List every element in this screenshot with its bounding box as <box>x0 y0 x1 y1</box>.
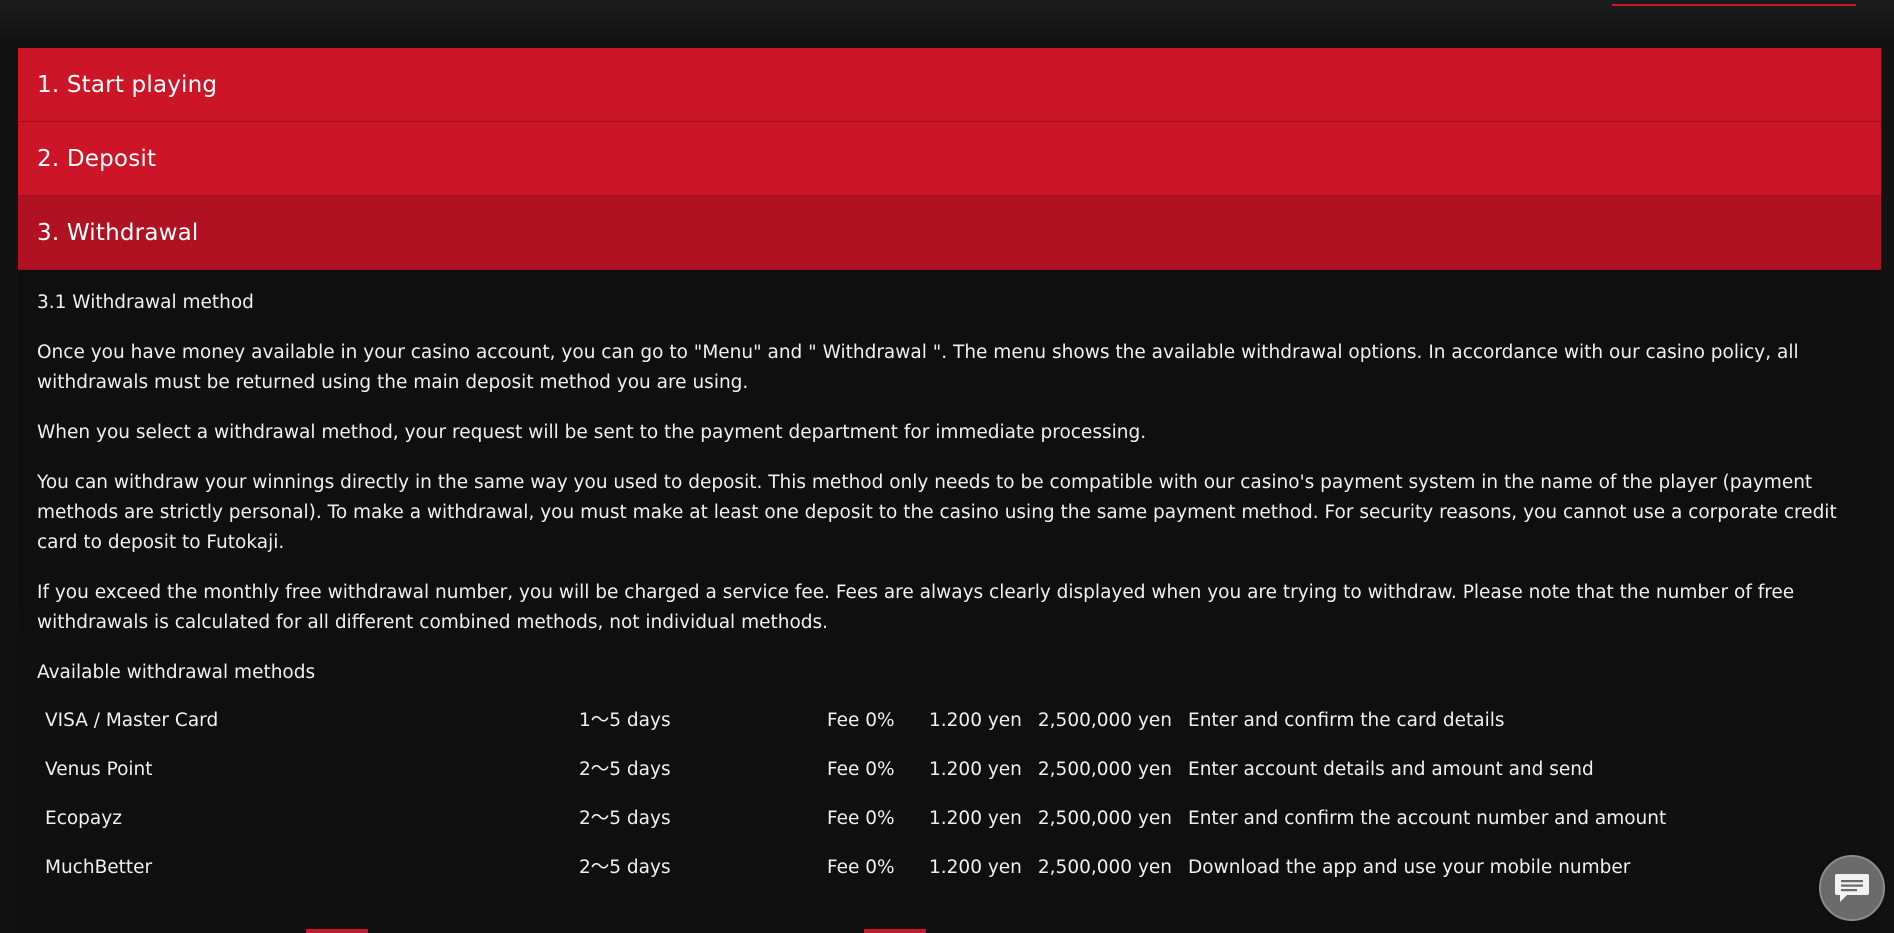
paragraph: When you select a withdrawal method, you… <box>37 422 1147 443</box>
table-row: VISA / Master Card 1〜5 days Fee 0% 1.200… <box>37 696 1674 745</box>
method-name: Ecopayz <box>45 807 122 829</box>
method-fee: Fee 0% <box>827 856 895 878</box>
accordion-label: 2. Deposit <box>37 145 157 172</box>
table-row: Venus Point 2〜5 days Fee 0% 1.200 yen 2,… <box>37 745 1674 794</box>
method-max: 2,500,000 yen <box>1037 709 1172 731</box>
method-note: Enter account details and amount and sen… <box>1188 758 1594 780</box>
section-subheading: 3.1 Withdrawal method <box>37 292 254 313</box>
accordion-label: 1. Start playing <box>37 71 218 98</box>
method-min: 1.200 yen <box>929 709 1022 731</box>
decorative-bar <box>306 929 368 933</box>
table-row: Ecopayz 2〜5 days Fee 0% 1.200 yen 2,500,… <box>37 794 1674 843</box>
accordion-deposit[interactable]: 2. Deposit <box>18 122 1881 196</box>
chat-bubble-icon <box>1835 874 1869 902</box>
table-row: MuchBetter 2〜5 days Fee 0% 1.200 yen 2,5… <box>37 843 1674 892</box>
method-name: Venus Point <box>45 758 153 780</box>
faq-panel: 1. Start playing 2. Deposit 3. Withdrawa… <box>18 48 1881 933</box>
withdrawal-methods-table: VISA / Master Card 1〜5 days Fee 0% 1.200… <box>37 696 1674 892</box>
method-min: 1.200 yen <box>929 807 1022 829</box>
method-min: 1.200 yen <box>929 758 1022 780</box>
paragraph: Once you have money available in your ca… <box>37 342 1799 393</box>
method-time: 2〜5 days <box>579 758 671 780</box>
page: 1. Start playing 2. Deposit 3. Withdrawa… <box>0 0 1894 933</box>
method-note: Enter and confirm the account number and… <box>1188 807 1667 829</box>
paragraph: If you exceed the monthly free withdrawa… <box>37 582 1795 633</box>
withdrawal-content: 3.1 Withdrawal method Once you have mone… <box>18 270 1881 892</box>
method-max: 2,500,000 yen <box>1037 856 1172 878</box>
method-note: Enter and confirm the card details <box>1188 709 1505 731</box>
method-time: 1〜5 days <box>579 709 671 731</box>
method-note: Download the app and use your mobile num… <box>1188 856 1631 878</box>
live-chat-button[interactable] <box>1819 855 1885 921</box>
method-max: 2,500,000 yen <box>1037 758 1172 780</box>
paragraph: You can withdraw your winnings directly … <box>37 472 1837 553</box>
method-time: 2〜5 days <box>579 807 671 829</box>
top-nav-active-indicator <box>1612 4 1856 6</box>
method-fee: Fee 0% <box>827 758 895 780</box>
decorative-bar <box>864 929 926 933</box>
method-max: 2,500,000 yen <box>1037 807 1172 829</box>
top-bar <box>0 0 1894 10</box>
method-fee: Fee 0% <box>827 709 895 731</box>
method-name: VISA / Master Card <box>45 709 219 731</box>
accordion-label: 3. Withdrawal <box>37 219 199 246</box>
accordion-withdrawal[interactable]: 3. Withdrawal <box>18 196 1881 270</box>
method-fee: Fee 0% <box>827 807 895 829</box>
accordion-start-playing[interactable]: 1. Start playing <box>18 48 1881 122</box>
method-name: MuchBetter <box>45 856 153 878</box>
method-time: 2〜5 days <box>579 856 671 878</box>
methods-heading: Available withdrawal methods <box>37 662 316 683</box>
method-min: 1.200 yen <box>929 856 1022 878</box>
